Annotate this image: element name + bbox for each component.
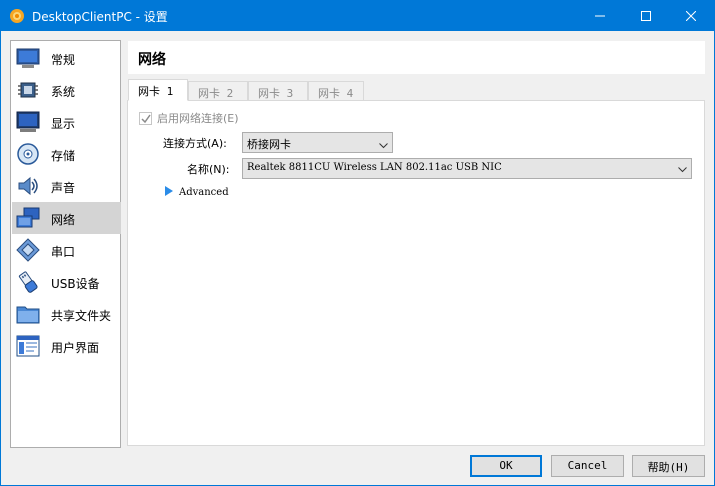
display-monitor-icon	[16, 110, 40, 134]
virtualbox-app-icon	[9, 8, 25, 24]
enable-adapter-label: 启用网络连接(E)	[157, 112, 239, 125]
sidebar-item-usb[interactable]: USB设备	[12, 266, 121, 298]
audio-speaker-icon	[16, 174, 40, 198]
network-icon	[16, 206, 40, 230]
sidebar-item-label: 显示	[51, 117, 76, 131]
sidebar-item-label: 串口	[51, 245, 76, 259]
general-icon	[16, 46, 40, 70]
serial-port-icon	[16, 238, 40, 262]
cancel-button[interactable]: Cancel	[551, 455, 624, 477]
close-icon	[686, 11, 696, 21]
advanced-toggle[interactable]: Advanced	[165, 185, 229, 199]
adapter-name-label: 名称(N):	[187, 163, 230, 176]
sidebar-item-display[interactable]: 显示	[12, 106, 121, 138]
tab-adapter-2[interactable]: 网卡 2	[188, 81, 248, 100]
help-button[interactable]: 帮助(H)	[632, 455, 705, 477]
page-header: 网络	[128, 41, 705, 74]
enable-adapter-row: 启用网络连接(E)	[139, 111, 239, 125]
user-interface-icon	[16, 334, 40, 358]
adapter-name-select[interactable]: Realtek 8811CU Wireless LAN 802.11ac USB…	[242, 158, 692, 179]
expand-arrow-icon	[165, 185, 173, 199]
sidebar-item-network[interactable]: 网络	[12, 202, 121, 234]
adapter-name-value: Realtek 8811CU Wireless LAN 802.11ac USB…	[247, 162, 502, 173]
chevron-down-icon	[379, 139, 388, 152]
sidebar-item-label: 系统	[51, 85, 76, 99]
shared-folder-icon	[16, 302, 40, 326]
maximize-icon	[641, 11, 651, 21]
tab-adapter-1[interactable]: 网卡 1	[128, 79, 188, 101]
tab-content-panel	[127, 100, 705, 446]
checkmark-icon	[141, 114, 151, 123]
tab-adapter-4[interactable]: 网卡 4	[308, 81, 364, 100]
sidebar-item-user-interface[interactable]: 用户界面	[12, 330, 121, 362]
sidebar-item-label: 存储	[51, 149, 76, 163]
sidebar-item-system[interactable]: 系统	[12, 74, 121, 106]
sidebar-item-storage[interactable]: 存储	[12, 138, 121, 170]
sidebar-item-label: 常规	[51, 53, 76, 67]
usb-icon	[16, 270, 40, 294]
settings-sidebar: 常规 系统 显示 存储 声音 网络 串口 USB设备 共享文件夹 用户界面	[10, 40, 121, 448]
sidebar-item-shared-folders[interactable]: 共享文件夹	[12, 298, 121, 330]
sidebar-item-label: 共享文件夹	[51, 309, 112, 323]
maximize-button[interactable]	[623, 1, 669, 31]
sidebar-item-label: USB设备	[51, 277, 100, 291]
tab-adapter-3[interactable]: 网卡 3	[248, 81, 308, 100]
sidebar-item-label: 网络	[51, 213, 76, 227]
storage-disc-icon	[16, 142, 40, 166]
system-chip-icon	[16, 78, 40, 102]
sidebar-item-general[interactable]: 常规	[12, 42, 121, 74]
sidebar-item-audio[interactable]: 声音	[12, 170, 121, 202]
advanced-label: Advanced	[179, 186, 229, 198]
sidebar-item-label: 声音	[51, 181, 76, 195]
window-title: DesktopClientPC - 设置	[32, 10, 168, 24]
title-bar[interactable]: DesktopClientPC - 设置	[1, 1, 714, 31]
sidebar-item-label: 用户界面	[51, 341, 100, 355]
close-button[interactable]	[668, 1, 714, 31]
attached-to-value: 桥接网卡	[247, 138, 291, 151]
ok-button[interactable]: OK	[470, 455, 542, 477]
enable-adapter-checkbox[interactable]	[139, 111, 152, 125]
sidebar-item-serial[interactable]: 串口	[12, 234, 121, 266]
chevron-down-icon	[678, 165, 687, 176]
settings-window: DesktopClientPC - 设置 常规 系统 显示 存储 声音 网络 串…	[0, 0, 715, 486]
page-title: 网络	[138, 52, 166, 68]
attached-to-select[interactable]: 桥接网卡	[242, 132, 393, 153]
attached-to-label: 连接方式(A):	[163, 137, 227, 150]
minimize-icon	[595, 11, 605, 21]
minimize-button[interactable]	[577, 1, 623, 31]
